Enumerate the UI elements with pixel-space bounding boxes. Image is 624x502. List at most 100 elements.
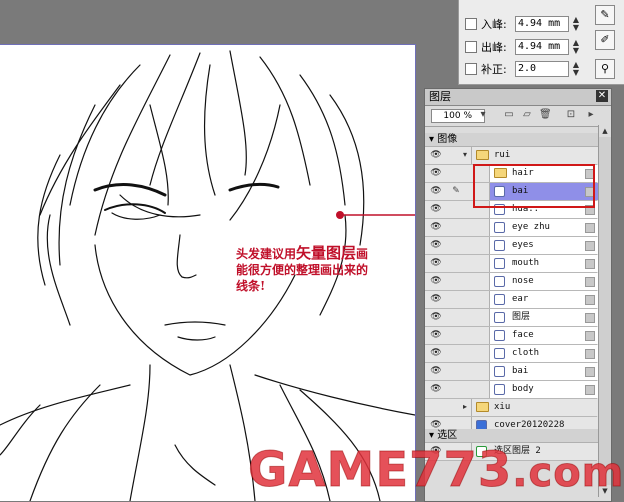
eye-icon[interactable]: 👁 bbox=[429, 347, 443, 359]
lock-layer-icon[interactable]: ⊡ bbox=[565, 109, 577, 121]
layer-name: eyes bbox=[512, 240, 534, 250]
correction-label: 补正: bbox=[481, 63, 507, 76]
layer-type-icon bbox=[585, 277, 595, 287]
eye-icon[interactable]: 👁 bbox=[429, 329, 443, 341]
exit-taper-input[interactable]: 4.94 mm bbox=[515, 39, 569, 55]
folder-icon bbox=[476, 402, 489, 412]
exit-taper-spinner[interactable]: ▲ ▼ bbox=[571, 39, 581, 55]
layer-name-cell[interactable]: rui bbox=[471, 147, 598, 164]
layer-name: mouth bbox=[512, 258, 540, 268]
entry-taper-checkbox[interactable] bbox=[465, 18, 477, 30]
vector-layer-icon bbox=[494, 312, 505, 323]
folder-icon bbox=[476, 150, 489, 160]
layer-row[interactable]: 👁 ▸ xiu bbox=[425, 399, 598, 417]
tip-line1-post: 画 bbox=[356, 247, 369, 261]
exit-taper-checkbox[interactable] bbox=[465, 41, 477, 53]
selection-section-label: 选区 bbox=[437, 430, 458, 441]
vector-layer-icon bbox=[494, 240, 505, 251]
watermark-text: GAME773 bbox=[247, 442, 513, 499]
layer-type-icon bbox=[585, 367, 595, 377]
vector-layer-icon bbox=[494, 258, 505, 269]
layer-name-cell[interactable]: eyes bbox=[489, 237, 598, 254]
layer-name: eye zhu bbox=[512, 222, 550, 232]
brush-tool-icon[interactable]: ✐ bbox=[595, 30, 615, 50]
layer-name: bai bbox=[512, 366, 529, 376]
layer-options-icon[interactable]: ▸ bbox=[585, 109, 597, 121]
layer-row[interactable]: 👁 eye zhu bbox=[425, 219, 598, 237]
eye-icon[interactable]: 👁 bbox=[429, 149, 443, 161]
correction-checkbox[interactable] bbox=[465, 63, 477, 75]
layer-type-icon bbox=[585, 331, 595, 341]
site-watermark: GAME773.com bbox=[247, 442, 624, 501]
eye-icon[interactable]: 👁 bbox=[429, 401, 443, 413]
entry-taper-input[interactable]: 4.94 mm bbox=[515, 16, 569, 32]
layer-name-cell[interactable]: bai bbox=[489, 363, 598, 380]
drawing-canvas[interactable]: 头发建议用矢量图层画 能很方便的整理画出来的 线条! bbox=[0, 44, 416, 501]
new-layer-icon[interactable]: ▭ bbox=[503, 109, 515, 121]
layers-panel: 图层 ✕ 100 % ▾ ▭ ▱ 🗑 ⊡ ▸ ▾ 图像 👁 ▾ rui 👁 ha bbox=[424, 88, 612, 502]
layer-row[interactable]: 👁 bai bbox=[425, 363, 598, 381]
layer-name-cell[interactable]: ear bbox=[489, 291, 598, 308]
pen-tool-icon[interactable]: ✎ bbox=[595, 5, 615, 25]
eye-icon[interactable]: 👁 bbox=[429, 167, 443, 179]
layer-name-cell[interactable]: cloth bbox=[489, 345, 598, 362]
vector-layer-icon bbox=[494, 276, 505, 287]
layers-toolbar: 100 % ▾ ▭ ▱ 🗑 ⊡ ▸ bbox=[425, 106, 611, 127]
layer-name-cell[interactable]: nose bbox=[489, 273, 598, 290]
eye-icon[interactable]: 👁 bbox=[429, 185, 443, 197]
layers-root-section[interactable]: ▾ 图像 bbox=[425, 133, 601, 147]
eye-icon[interactable]: 👁 bbox=[429, 365, 443, 377]
layer-name: body bbox=[512, 384, 534, 394]
eye-icon[interactable]: 👁 bbox=[429, 383, 443, 395]
close-icon[interactable]: ✕ bbox=[596, 90, 608, 102]
watermark-domain: .com bbox=[512, 450, 624, 497]
eye-icon[interactable]: 👁 bbox=[429, 293, 443, 305]
layer-name: nose bbox=[512, 276, 534, 286]
layer-row[interactable]: 👁 ear bbox=[425, 291, 598, 309]
eye-icon[interactable]: 👁 bbox=[429, 311, 443, 323]
layer-row[interactable]: 👁 body bbox=[425, 381, 598, 399]
layer-row[interactable]: 👁 nose bbox=[425, 273, 598, 291]
layer-name: cloth bbox=[512, 348, 540, 358]
layers-panel-title-bar: 图层 ✕ bbox=[425, 89, 611, 106]
collapse-icon[interactable]: ▾ bbox=[429, 430, 434, 441]
collapse-icon[interactable]: ▾ bbox=[429, 134, 434, 145]
new-folder-icon[interactable]: ▱ bbox=[521, 109, 533, 121]
layer-type-icon bbox=[585, 385, 595, 395]
eye-icon[interactable]: 👁 bbox=[429, 257, 443, 269]
vector-layer-icon bbox=[494, 384, 505, 395]
correction-spinner[interactable]: ▲ ▼ bbox=[571, 61, 581, 77]
entry-taper-row: 入峰: 4.94 mm ▲ ▼ bbox=[465, 14, 581, 34]
selection-section[interactable]: ▾ 选区 bbox=[425, 429, 601, 443]
vector-layer-icon bbox=[494, 330, 505, 341]
scroll-up-icon[interactable]: ▲ bbox=[599, 125, 611, 137]
layer-row[interactable]: 👁 eyes bbox=[425, 237, 598, 255]
delete-layer-icon[interactable]: 🗑 bbox=[539, 109, 552, 121]
tip-line1-pre: 头发建议用 bbox=[236, 247, 297, 261]
folder-expand-icon[interactable]: ▾ bbox=[463, 150, 467, 160]
eye-icon[interactable]: 👁 bbox=[429, 239, 443, 251]
layer-row[interactable]: 👁 ▾ rui bbox=[425, 147, 598, 165]
correction-input[interactable]: 2.0 bbox=[515, 61, 569, 77]
layer-row[interactable]: 👁 图层 bbox=[425, 309, 598, 327]
layer-name-cell[interactable]: xiu bbox=[471, 399, 598, 416]
layer-name-cell[interactable]: 图层 bbox=[489, 309, 598, 326]
layer-name-cell[interactable]: mouth bbox=[489, 255, 598, 272]
layer-name-cell[interactable]: eye zhu bbox=[489, 219, 598, 236]
layer-row[interactable]: 👁 face bbox=[425, 327, 598, 345]
layer-row[interactable]: 👁 cloth bbox=[425, 345, 598, 363]
eye-icon[interactable]: 👁 bbox=[429, 275, 443, 287]
entry-taper-spinner[interactable]: ▲ ▼ bbox=[571, 16, 581, 32]
layer-type-icon bbox=[585, 241, 595, 251]
tip-line3: 线条! bbox=[236, 279, 266, 293]
layer-name-cell[interactable]: face bbox=[489, 327, 598, 344]
pen-pressure-icon[interactable]: ⚲ bbox=[595, 59, 615, 79]
eye-icon[interactable]: 👁 bbox=[429, 221, 443, 233]
pen-edit-icon: ✎ bbox=[452, 186, 460, 196]
zoom-dropdown-icon[interactable]: ▾ bbox=[477, 109, 489, 121]
vector-layer-icon bbox=[494, 222, 505, 233]
layer-name-cell[interactable]: body bbox=[489, 381, 598, 398]
eye-icon[interactable]: 👁 bbox=[429, 203, 443, 215]
layer-row[interactable]: 👁 mouth bbox=[425, 255, 598, 273]
folder-expand-icon[interactable]: ▸ bbox=[463, 402, 467, 412]
